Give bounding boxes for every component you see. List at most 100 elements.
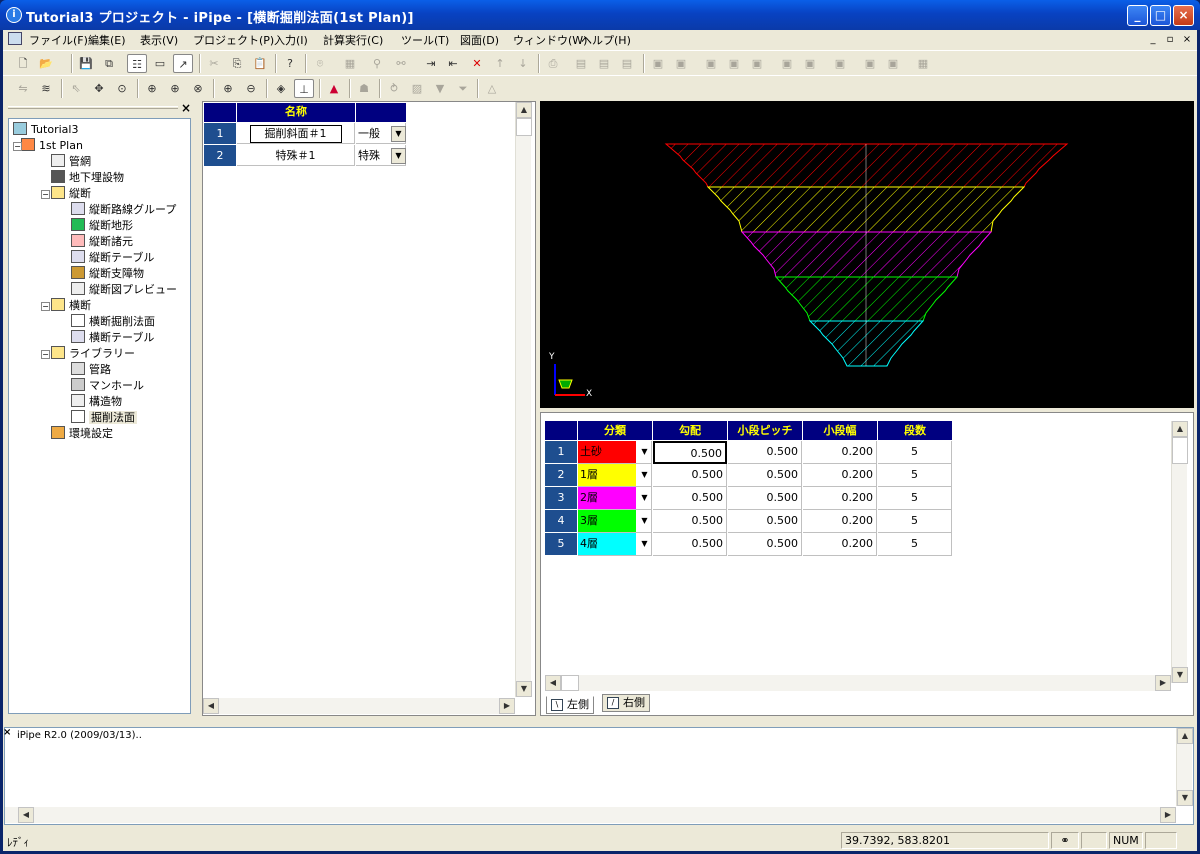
layer-name-cell[interactable]: 2層 ▼ bbox=[578, 487, 652, 510]
layer-pitch-cell[interactable]: 0.500 bbox=[728, 464, 802, 487]
layer-name-cell[interactable]: 1層 ▼ bbox=[578, 464, 652, 487]
layer-name-cell[interactable]: 土砂 ▼ bbox=[578, 441, 652, 464]
scroll-down-icon[interactable]: ▼ bbox=[1172, 667, 1188, 683]
maximize-button[interactable]: □ bbox=[1150, 5, 1171, 26]
tree-node[interactable]: 縦断 bbox=[51, 186, 91, 202]
layer-name-cell[interactable]: 4層 ▼ bbox=[578, 533, 652, 556]
person-icon[interactable]: ☗ bbox=[354, 79, 374, 98]
menu-window[interactable]: ウィンドウ(W) bbox=[513, 32, 587, 48]
move-up-icon[interactable]: ↑ bbox=[490, 54, 510, 73]
grid-column-header[interactable]: 分類 bbox=[578, 421, 652, 440]
menu-file[interactable]: ファイル(F) bbox=[29, 32, 88, 48]
layer-name-cell[interactable]: 3層 ▼ bbox=[578, 510, 652, 533]
scan-icon[interactable]: ⌾ bbox=[310, 54, 330, 73]
alert-icon[interactable]: ▲ bbox=[324, 79, 344, 98]
grid-column-header[interactable]: 小段幅 bbox=[803, 421, 877, 440]
list-vertical-scrollbar[interactable]: ▲ ▼ bbox=[515, 102, 532, 697]
append-row-icon[interactable]: ⇤ bbox=[443, 54, 463, 73]
tree-node[interactable]: 管網 bbox=[51, 154, 91, 170]
tree-node[interactable]: 縦断地形 bbox=[71, 218, 133, 234]
zoom-in-icon[interactable]: ⊕ bbox=[218, 79, 238, 98]
menu-tools[interactable]: ツール(T) bbox=[401, 32, 449, 48]
fill-icon[interactable]: ◈ bbox=[271, 79, 291, 98]
grid-column-header[interactable]: 勾配 bbox=[653, 421, 727, 440]
cut-icon[interactable]: ✂ bbox=[204, 54, 224, 73]
insert-row-icon[interactable]: ⇥ bbox=[421, 54, 441, 73]
list-header-name[interactable]: 名称 bbox=[237, 103, 355, 122]
log-horizontal-scrollbar[interactable]: ◀ ▶ bbox=[5, 807, 1176, 823]
tree-view-icon[interactable]: ☷ bbox=[127, 54, 147, 73]
layer-count-cell[interactable]: 5 bbox=[878, 510, 952, 533]
scroll-left-icon[interactable]: ◀ bbox=[18, 807, 34, 823]
layer-width-cell[interactable]: 0.200 bbox=[803, 510, 877, 533]
tree-collapse-icon[interactable]: − bbox=[41, 302, 50, 311]
zoom-fit-icon[interactable]: ⊕ bbox=[142, 79, 162, 98]
menu-help[interactable]: ヘルプ(H) bbox=[581, 32, 631, 48]
app-icon[interactable]: i bbox=[6, 7, 22, 23]
layer-width-cell[interactable]: 0.200 bbox=[803, 441, 877, 464]
grid-column-header[interactable]: 段数 bbox=[878, 421, 952, 440]
sheet-icon-7[interactable]: ▣ bbox=[800, 54, 820, 73]
paste-icon[interactable]: 📋 bbox=[250, 54, 270, 73]
tree-node[interactable]: 縦断支障物 bbox=[71, 266, 144, 282]
minimize-button[interactable]: _ bbox=[1127, 5, 1148, 26]
tree-node[interactable]: 縦断テーブル bbox=[71, 250, 154, 266]
mdi-restore-button[interactable]: ▫ bbox=[1163, 33, 1177, 47]
layer-pitch-cell[interactable]: 0.500 bbox=[728, 487, 802, 510]
scroll-thumb[interactable] bbox=[516, 118, 532, 136]
save-icon[interactable]: 💾 bbox=[76, 54, 96, 73]
mdi-minimize-button[interactable]: _ bbox=[1146, 33, 1160, 47]
menu-input[interactable]: 入力(I) bbox=[274, 32, 308, 48]
tree-node[interactable]: 縦断図プレビュー bbox=[71, 282, 177, 298]
scroll-down-icon[interactable]: ▼ bbox=[1177, 790, 1193, 806]
grid-icon[interactable]: ▦ bbox=[340, 54, 360, 73]
layer-slope-cell[interactable]: 0.500 bbox=[653, 510, 727, 533]
print-icon[interactable]: ⎙ bbox=[543, 54, 563, 73]
log-close-icon[interactable]: × bbox=[3, 727, 11, 738]
section-icon[interactable]: ▼ bbox=[430, 79, 450, 98]
document-icon[interactable] bbox=[8, 32, 22, 45]
sheet-icon-5[interactable]: ▣ bbox=[747, 54, 767, 73]
tree-node[interactable]: Tutorial3 bbox=[13, 122, 78, 138]
pin-icon[interactable]: ↗ bbox=[173, 54, 193, 73]
layer-slope-cell[interactable]: 0.500 bbox=[653, 441, 727, 464]
scroll-left-icon[interactable]: ◀ bbox=[203, 698, 219, 714]
zoom-previous-icon[interactable]: ⊗ bbox=[188, 79, 208, 98]
new-file-icon[interactable]: 🗋 bbox=[13, 54, 33, 73]
project-tree[interactable]: Tutorial3 1st Plan − 管網 地下埋設物 縦断 − 縦断路線グループ 縦断地形… bbox=[8, 118, 191, 714]
select-icon[interactable]: ⇖ bbox=[66, 79, 86, 98]
scroll-thumb[interactable] bbox=[561, 675, 579, 691]
report-icon-1[interactable]: ▤ bbox=[571, 54, 591, 73]
zoom-out-icon[interactable]: ⊖ bbox=[241, 79, 261, 98]
layer-count-cell[interactable]: 5 bbox=[878, 441, 952, 464]
tree-collapse-icon[interactable]: − bbox=[41, 350, 50, 359]
layer-pitch-cell[interactable]: 0.500 bbox=[728, 441, 802, 464]
menu-calculate[interactable]: 計算実行(C) bbox=[323, 32, 383, 48]
sheet-icon-10[interactable]: ▣ bbox=[883, 54, 903, 73]
type-dropdown-button[interactable]: ▼ bbox=[391, 148, 406, 164]
grid-column-header[interactable]: 小段ピッチ bbox=[728, 421, 802, 440]
sheet-icon-2[interactable]: ▣ bbox=[671, 54, 691, 73]
tree-node[interactable]: 縦断路線グループ bbox=[71, 202, 176, 218]
layer-pitch-cell[interactable]: 0.500 bbox=[728, 533, 802, 556]
layer-dropdown-button[interactable]: ▼ bbox=[638, 536, 651, 552]
close-button[interactable]: × bbox=[1173, 5, 1194, 26]
layers-icon[interactable]: ≋ bbox=[36, 79, 56, 98]
list-cell-name[interactable]: 掘削斜面＃1 bbox=[237, 123, 355, 144]
pan-icon[interactable]: ✥ bbox=[89, 79, 109, 98]
help-icon[interactable]: ? bbox=[280, 54, 300, 73]
excavation-icon[interactable]: ⏷ bbox=[453, 79, 473, 98]
tree-node[interactable]: 管路 bbox=[71, 362, 111, 378]
layer-width-cell[interactable]: 0.200 bbox=[803, 487, 877, 510]
layer-count-cell[interactable]: 5 bbox=[878, 487, 952, 510]
zoom-window-icon[interactable]: ⊙ bbox=[112, 79, 132, 98]
tab-left-side[interactable]: \ 左側 bbox=[546, 696, 594, 714]
scroll-right-icon[interactable]: ▶ bbox=[1155, 675, 1171, 691]
section-drawing-canvas[interactable]: Y X bbox=[540, 101, 1194, 408]
scroll-left-icon[interactable]: ◀ bbox=[545, 675, 561, 691]
sheet-icon-3[interactable]: ▣ bbox=[701, 54, 721, 73]
zoom-all-icon[interactable]: ⊕ bbox=[165, 79, 185, 98]
replace-icon[interactable]: ⚯ bbox=[391, 54, 411, 73]
list-horizontal-scrollbar[interactable]: ◀ ▶ bbox=[203, 698, 515, 714]
menu-drawing[interactable]: 図面(D) bbox=[460, 32, 499, 48]
